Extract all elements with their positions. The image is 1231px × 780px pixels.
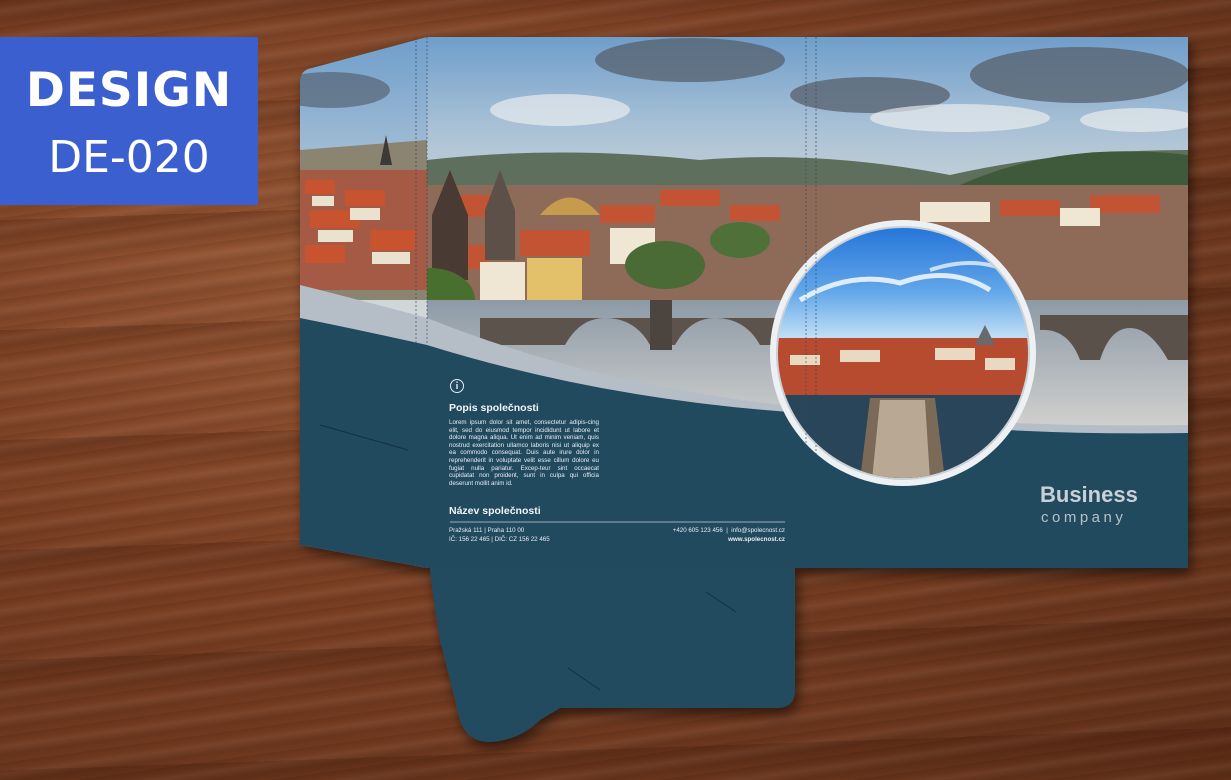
bottom-pocket xyxy=(430,568,795,742)
brand-tagline: company xyxy=(1041,509,1127,526)
badge-title: DESIGN xyxy=(25,63,233,118)
design-badge: DESIGN DE-020 xyxy=(0,37,258,205)
badge-code: DE-020 xyxy=(48,132,210,183)
company-name-heading: Název společnosti xyxy=(449,505,541,517)
brand-name: Business xyxy=(1040,482,1138,507)
mockup-scene: Popis společnosti Lorem ipsum dolor sit … xyxy=(0,0,1231,780)
company-description-heading: Popis společnosti xyxy=(449,402,539,414)
company-description-body: Lorem ipsum dolor sit amet, consectetur … xyxy=(449,419,599,487)
address-line-2: IČ: 156 22 465 | DIČ: CZ 156 22 465 xyxy=(449,536,550,543)
contact-website: www.spolecnost.cz xyxy=(728,536,785,543)
